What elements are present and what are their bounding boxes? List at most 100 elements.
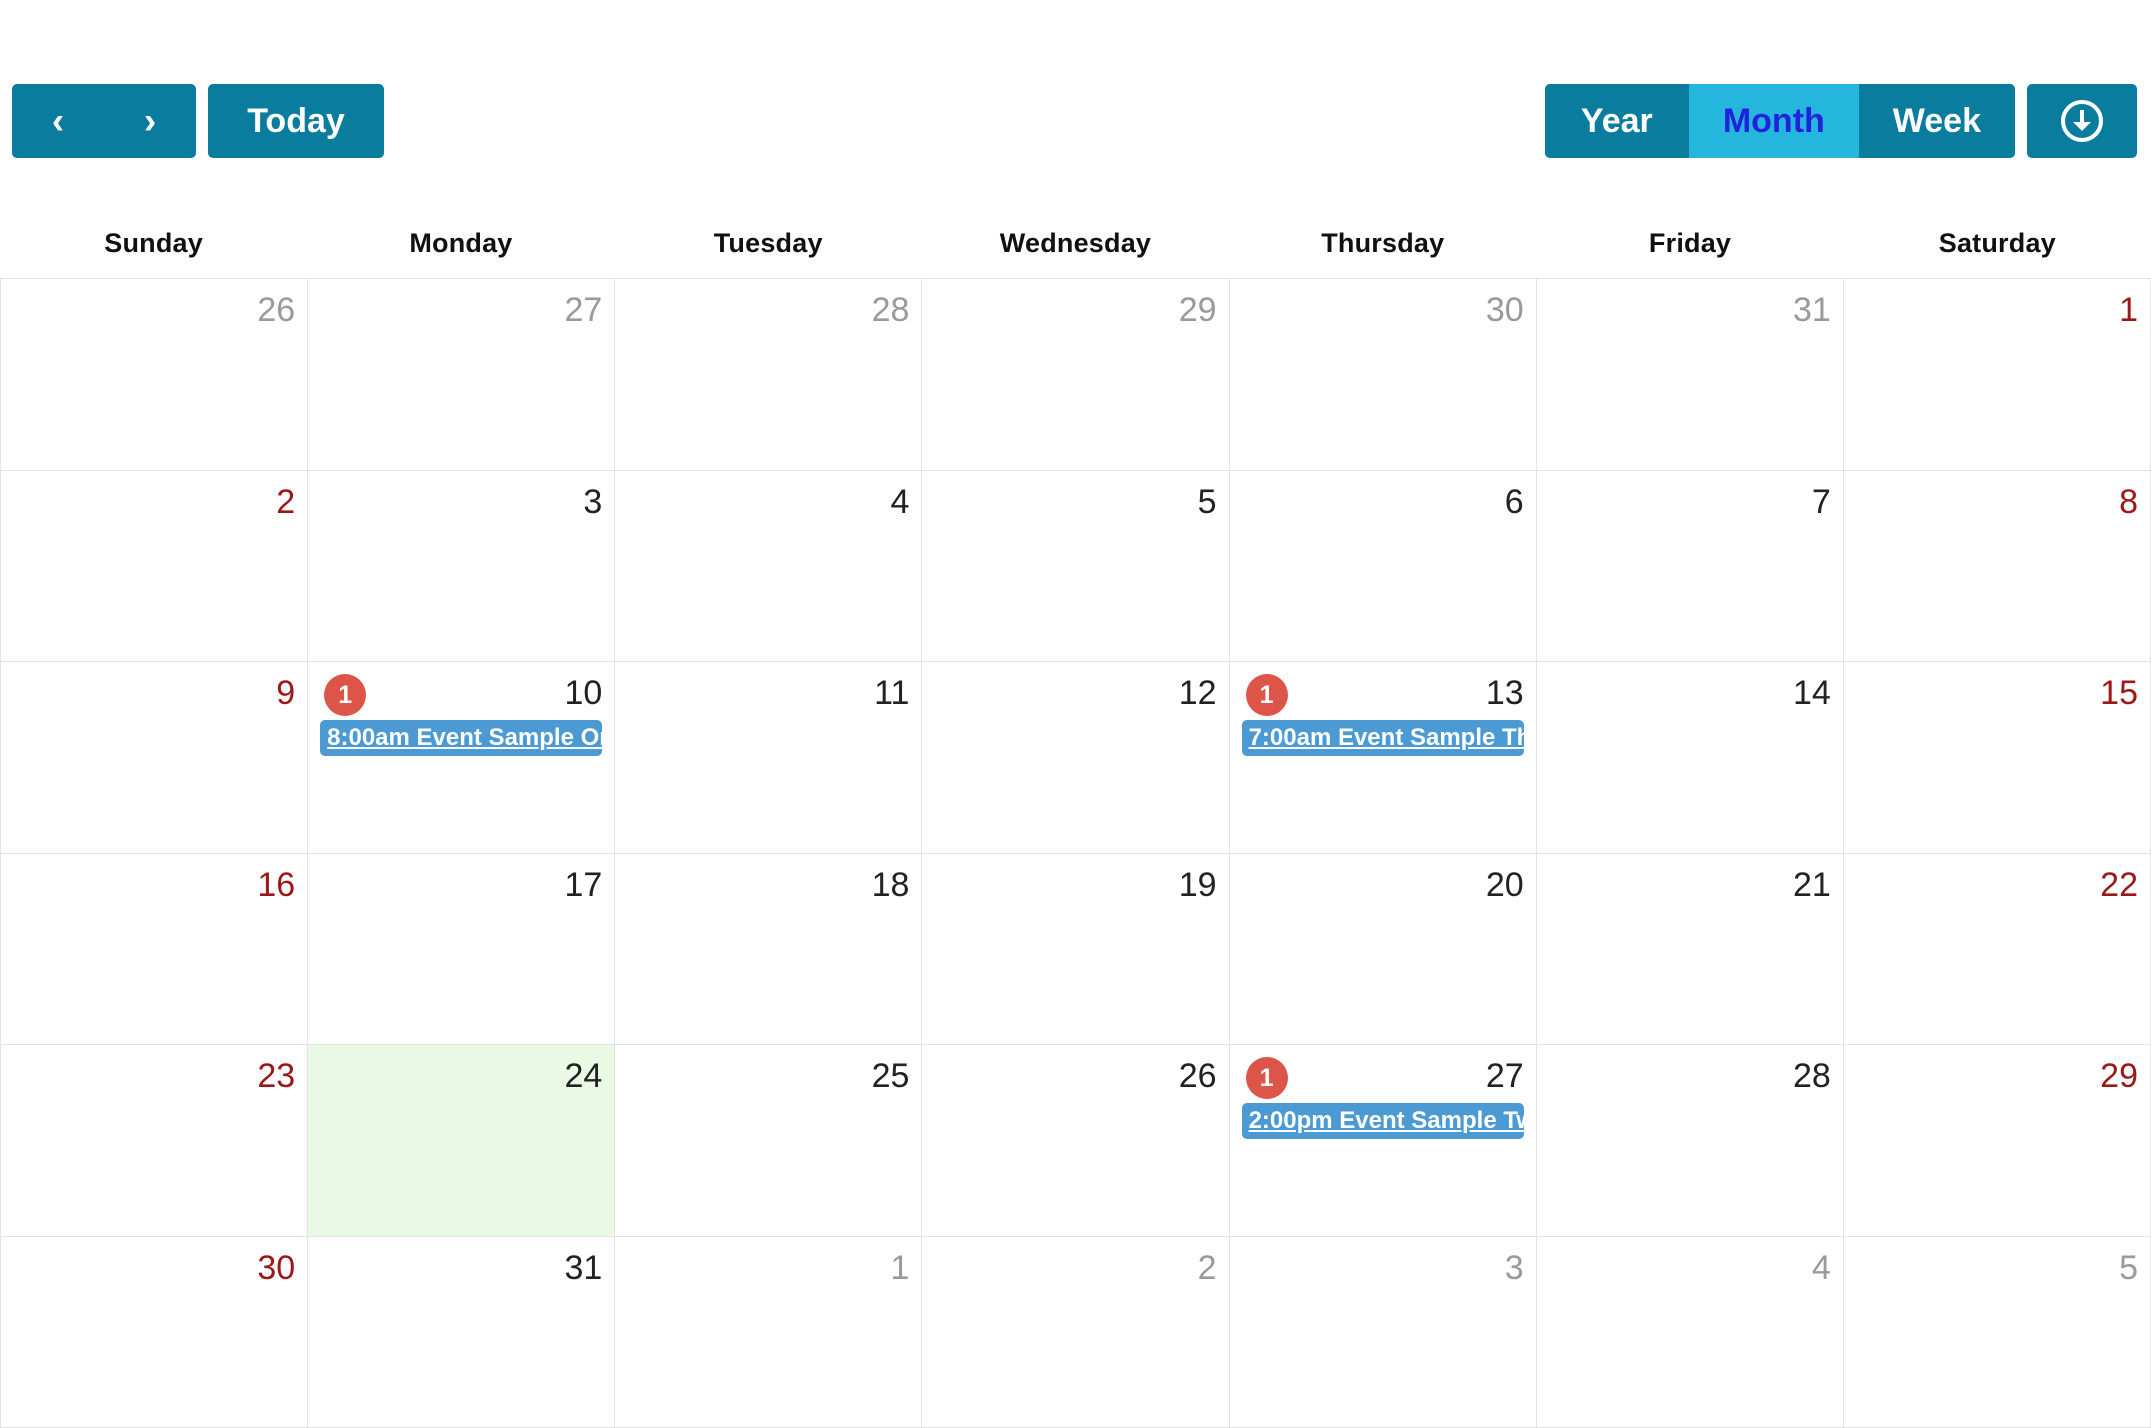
- day-cell[interactable]: 2: [922, 1236, 1230, 1428]
- event-pill[interactable]: 7:00am Event Sample Three: [1241, 720, 1524, 756]
- day-cell[interactable]: 31: [1536, 279, 1844, 471]
- toolbar-left-group: ‹ › Today: [12, 84, 384, 158]
- day-cell[interactable]: 28: [615, 279, 923, 471]
- weekday-header-monday: Monday: [409, 228, 513, 258]
- day-cell[interactable]: 4: [1536, 1236, 1844, 1428]
- day-cell[interactable]: 15: [1843, 662, 2151, 854]
- nav-button-group: ‹ ›: [12, 84, 196, 158]
- day-cell[interactable]: 7: [1536, 470, 1844, 662]
- day-cell[interactable]: 21: [1536, 853, 1844, 1045]
- day-cell[interactable]: 29: [922, 279, 1230, 471]
- day-cell[interactable]: 6: [1229, 470, 1537, 662]
- day-cell[interactable]: 1: [615, 1236, 923, 1428]
- calendar-week-row: 2 3 4 5 6 7 8: [1, 470, 2151, 662]
- day-number: 24: [564, 1057, 603, 1095]
- day-number: 27: [564, 291, 603, 329]
- download-circle-icon: [2058, 97, 2106, 145]
- day-cell[interactable]: 1 10 8:00am Event Sample One: [308, 662, 616, 854]
- day-number: 12: [1178, 674, 1217, 712]
- day-number: 31: [1793, 291, 1831, 329]
- event-count-badge: 1: [1245, 1057, 1288, 1099]
- day-cell[interactable]: 27: [308, 279, 616, 471]
- calendar-app: ‹ › Today Year Month Week Sunday Monday …: [0, 0, 2151, 1428]
- day-number: 14: [1793, 674, 1831, 712]
- view-button-year[interactable]: Year: [1544, 84, 1689, 158]
- day-cell[interactable]: 30: [1229, 279, 1537, 471]
- day-number: 3: [583, 482, 603, 521]
- day-number: 5: [2119, 1248, 2138, 1287]
- view-button-week[interactable]: Week: [1858, 84, 2015, 158]
- day-number: 22: [2100, 865, 2138, 904]
- day-number: 4: [1811, 1248, 1831, 1287]
- day-number: 18: [871, 865, 910, 904]
- day-number: 31: [564, 1248, 603, 1287]
- day-number: 21: [1793, 865, 1831, 904]
- day-number: 28: [1793, 1057, 1831, 1095]
- day-cell[interactable]: 1: [1843, 279, 2151, 471]
- day-cell-today[interactable]: 24: [308, 1045, 616, 1237]
- day-cell[interactable]: 12: [922, 662, 1230, 854]
- day-cell[interactable]: 1 27 2:00pm Event Sample Two: [1229, 1045, 1537, 1237]
- weekday-header-sunday: Sunday: [104, 228, 203, 258]
- day-cell[interactable]: 30: [1, 1236, 309, 1428]
- day-number: 17: [564, 865, 603, 904]
- calendar-week-row: 16 17 18 19 20 21 22: [1, 853, 2151, 1045]
- day-number: 20: [1485, 865, 1524, 904]
- calendar-week-row: 23 24 25 26 1 27 2:00pm Event Sample Two 28 29: [1, 1045, 2151, 1237]
- day-number: 8: [2119, 482, 2138, 521]
- day-number: 6: [1504, 482, 1524, 521]
- day-cell[interactable]: 1137:00am Event Sample Three: [1229, 662, 1537, 854]
- day-cell[interactable]: 29: [1843, 1045, 2151, 1237]
- day-number: 5: [1197, 482, 1217, 521]
- weekday-header-friday: Friday: [1648, 228, 1732, 258]
- day-number: 29: [2100, 1057, 2138, 1095]
- day-cell[interactable]: 20: [1229, 853, 1537, 1045]
- day-cell[interactable]: 28: [1536, 1045, 1844, 1237]
- weekday-header-tuesday: Tuesday: [713, 228, 823, 258]
- day-number: 4: [890, 482, 910, 521]
- day-number: 30: [1485, 291, 1524, 329]
- day-cell[interactable]: 25: [615, 1045, 923, 1237]
- view-toggle-group: Year Month Week: [1544, 84, 2015, 158]
- day-cell[interactable]: 17: [308, 853, 616, 1045]
- day-cell[interactable]: 31: [308, 1236, 616, 1428]
- day-cell[interactable]: 14: [1536, 662, 1844, 854]
- calendar-week-row: 30 31 1 2 3 4 5: [1, 1236, 2151, 1428]
- day-cell[interactable]: 26: [1, 279, 309, 471]
- event-pill[interactable]: 2:00pm Event Sample Two: [1241, 1103, 1524, 1139]
- day-cell[interactable]: 4: [615, 470, 923, 662]
- day-cell[interactable]: 8: [1843, 470, 2151, 662]
- next-period-button[interactable]: ›: [104, 84, 196, 158]
- download-button[interactable]: [2027, 84, 2137, 158]
- day-cell[interactable]: 18: [615, 853, 923, 1045]
- day-number: 2: [1197, 1248, 1217, 1287]
- day-events: 7:00am Event Sample Three: [1241, 720, 1524, 756]
- day-cell[interactable]: 9: [1, 662, 309, 854]
- day-cell[interactable]: 19: [922, 853, 1230, 1045]
- calendar-week-row: 26 27 28 29 30 31 1: [1, 279, 2151, 471]
- day-number: 29: [1178, 291, 1217, 329]
- day-number: 19: [1178, 865, 1217, 904]
- event-count-badge: 1: [324, 674, 367, 716]
- prev-period-button[interactable]: ‹: [12, 84, 104, 158]
- weekday-header-row: Sunday Monday Tuesday Wednesday Thursday…: [0, 228, 2151, 259]
- day-cell[interactable]: 2: [1, 470, 309, 662]
- day-cell[interactable]: 23: [1, 1045, 309, 1237]
- day-cell[interactable]: 5: [922, 470, 1230, 662]
- calendar-toolbar: ‹ › Today Year Month Week: [0, 84, 2151, 162]
- day-cell[interactable]: 22: [1843, 853, 2151, 1045]
- event-pill[interactable]: 8:00am Event Sample One: [320, 720, 603, 756]
- day-cell[interactable]: 3: [308, 470, 616, 662]
- view-button-month[interactable]: Month: [1688, 84, 1859, 158]
- day-cell[interactable]: 26: [922, 1045, 1230, 1237]
- today-button[interactable]: Today: [208, 84, 384, 158]
- day-number: 15: [2100, 674, 2138, 712]
- day-number: 28: [871, 291, 910, 329]
- day-cell[interactable]: 5: [1843, 1236, 2151, 1428]
- weekday-header-thursday: Thursday: [1321, 228, 1445, 258]
- day-cell[interactable]: 3: [1229, 1236, 1537, 1428]
- day-cell[interactable]: 11: [615, 662, 923, 854]
- day-cell[interactable]: 16: [1, 853, 309, 1045]
- day-number: 23: [257, 1057, 296, 1095]
- day-number: 26: [257, 291, 296, 329]
